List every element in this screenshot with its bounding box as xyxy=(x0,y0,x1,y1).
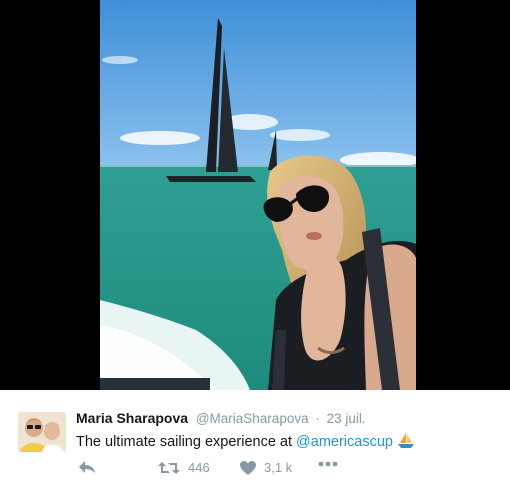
like-count: 3,1 k xyxy=(264,460,293,475)
heart-icon xyxy=(240,460,256,475)
sailboat-icon xyxy=(397,431,415,453)
like-button[interactable]: 3,1 k xyxy=(240,460,292,475)
avatar[interactable] xyxy=(18,412,66,452)
author-name[interactable]: Maria Sharapova xyxy=(76,410,188,426)
avatar-image xyxy=(18,412,66,452)
selfie-sailing-photo xyxy=(100,0,416,390)
reply-icon xyxy=(78,460,96,474)
tweet-text-body: The ultimate sailing experience at xyxy=(76,434,297,450)
reply-button[interactable] xyxy=(78,460,96,474)
separator: · xyxy=(315,411,320,426)
tweet-actions: 446 3,1 k xyxy=(78,460,378,480)
tweet-photo[interactable] xyxy=(100,0,416,390)
author-handle[interactable]: @MariaSharapova xyxy=(196,411,309,426)
retweet-button[interactable]: 446 xyxy=(158,460,210,475)
tweet: Maria Sharapova @MariaSharapova · 23 jui… xyxy=(0,390,510,495)
mention-link[interactable]: @americascup xyxy=(296,434,393,450)
tweet-date[interactable]: 23 juil. xyxy=(327,411,366,426)
retweet-count: 446 xyxy=(188,460,210,475)
tweet-media[interactable] xyxy=(0,0,510,390)
more-icon xyxy=(318,461,338,467)
tweet-text: The ultimate sailing experience at @amer… xyxy=(76,431,415,453)
retweet-icon xyxy=(158,461,180,475)
tweet-header: Maria Sharapova @MariaSharapova · 23 jui… xyxy=(76,410,366,426)
more-button[interactable] xyxy=(318,461,338,467)
